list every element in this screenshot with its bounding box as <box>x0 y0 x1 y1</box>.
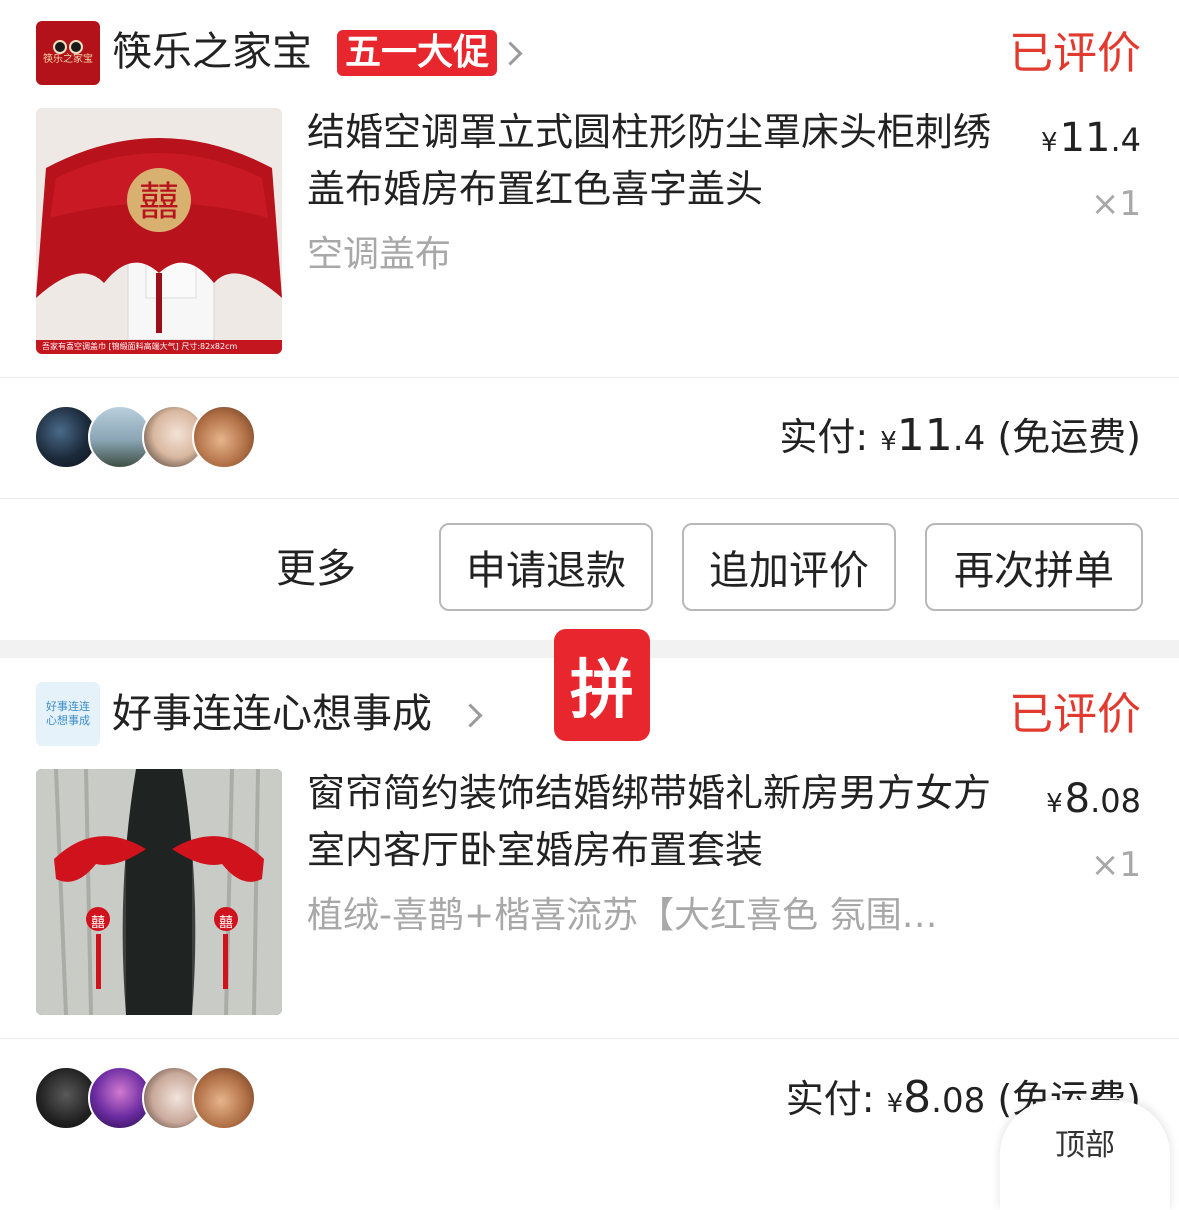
store-logo-figures <box>51 40 85 54</box>
paid-amount: 实付: ¥11.4 (免运费) <box>779 408 1141 470</box>
add-review-button[interactable]: 追加评价 <box>682 523 896 611</box>
double-happiness-symbol: 囍 <box>91 915 105 931</box>
divider <box>0 377 1179 378</box>
store-name[interactable]: 好事连连心想事成 <box>112 686 432 742</box>
price-integer: 8 <box>1064 776 1091 822</box>
product-title[interactable]: 窗帘简约装饰结婚绑带婚礼新房男方女方室内客厅卧室婚房布置套装 <box>307 765 1007 879</box>
chevron-right-icon[interactable] <box>458 703 483 728</box>
promo-badge: 五一大促 <box>337 30 498 76</box>
avatar <box>192 1066 256 1130</box>
group-avatars[interactable] <box>34 1066 256 1130</box>
back-to-top-button[interactable]: 顶部 <box>1000 1100 1170 1210</box>
group-buy-badge[interactable]: 拼 <box>554 629 650 741</box>
double-happiness-symbol: 囍 <box>139 179 179 225</box>
rebuy-group-button[interactable]: 再次拼单 <box>925 523 1143 611</box>
product-thumbnail[interactable]: 囍 吾家有喜空调盖巾 [锦缎面料高端大气] 尺寸:82x82cm <box>36 108 282 354</box>
paid-integer: 8 <box>903 1072 932 1123</box>
paid-label: 实付: <box>785 1077 875 1121</box>
order-status: 已评价 <box>1009 28 1141 79</box>
product-image: 囍 <box>36 108 282 354</box>
store-logo[interactable]: 好事连连心想事成 <box>36 682 100 746</box>
divider <box>0 498 1179 499</box>
chevron-right-icon[interactable] <box>498 41 523 66</box>
order-status: 已评价 <box>1009 689 1141 740</box>
product-title[interactable]: 结婚空调罩立式圆柱形防尘罩床头柜刺绣盖布婚房布置红色喜字盖头 <box>307 104 1007 218</box>
store-name[interactable]: 筷乐之家宝 <box>112 24 312 80</box>
product-price: ¥8.08 <box>1046 771 1141 832</box>
product-image: 囍 囍 <box>36 769 282 1015</box>
avatar <box>192 405 256 469</box>
paid-decimal: .4 <box>952 419 986 459</box>
product-sku: 植绒-喜鹊+楷喜流苏【大红喜色 氛围感满满】 <box>307 895 967 936</box>
currency-symbol: ¥ <box>1046 789 1063 819</box>
currency-symbol: ¥ <box>880 427 897 457</box>
product-sku: 空调盖布 <box>307 234 452 275</box>
price-integer: 11 <box>1059 115 1111 161</box>
group-avatars[interactable] <box>34 405 256 469</box>
apply-refund-button[interactable]: 申请退款 <box>439 523 653 611</box>
shipping-note: (免运费) <box>997 415 1141 459</box>
price-decimal: .4 <box>1110 121 1141 159</box>
divider <box>0 1038 1179 1039</box>
product-quantity: ×1 <box>1090 845 1141 885</box>
double-happiness-symbol: 囍 <box>219 915 233 931</box>
product-quantity: ×1 <box>1090 184 1141 224</box>
more-button[interactable]: 更多 <box>276 541 356 597</box>
store-logo-text: 筷乐之家宝 <box>43 54 93 65</box>
price-decimal: .08 <box>1090 782 1141 820</box>
thumb-caption: 吾家有喜空调盖巾 [锦缎面料高端大气] 尺寸:82x82cm <box>42 342 238 351</box>
paid-decimal: .08 <box>931 1081 986 1121</box>
currency-symbol: ¥ <box>886 1089 904 1119</box>
paid-integer: 11 <box>896 410 953 461</box>
product-thumbnail[interactable]: 囍 囍 <box>36 769 282 1015</box>
paid-label: 实付: <box>779 415 869 459</box>
store-logo[interactable]: 筷乐之家宝 <box>36 21 100 85</box>
product-price: ¥11.4 <box>1041 110 1141 171</box>
currency-symbol: ¥ <box>1041 128 1058 158</box>
